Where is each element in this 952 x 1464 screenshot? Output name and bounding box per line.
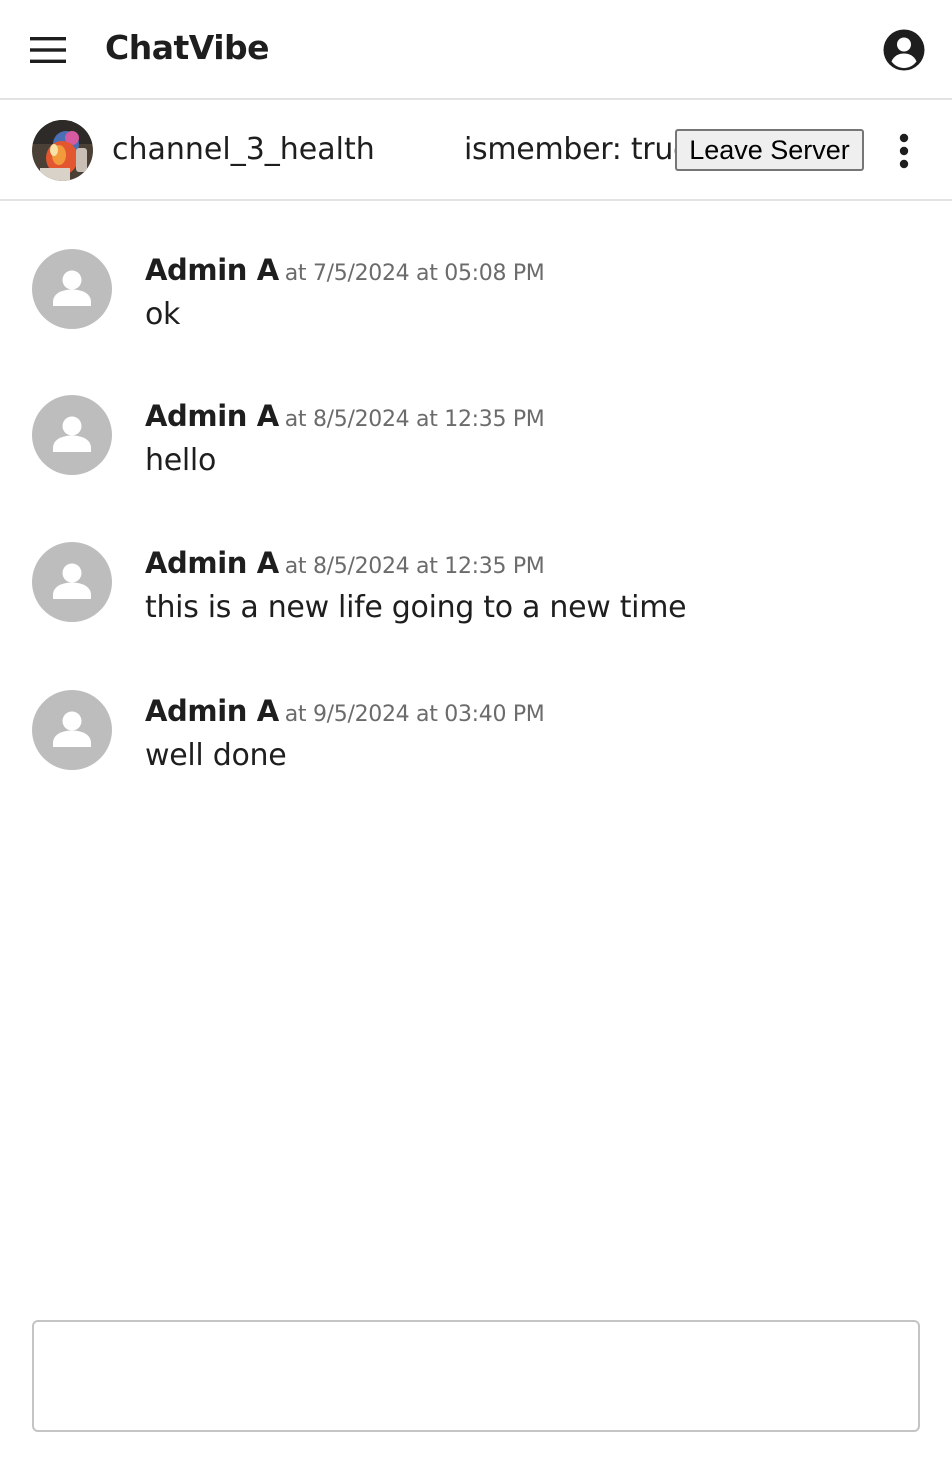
menu-button[interactable]: [20, 22, 76, 78]
message-item: Admin Aat 7/5/2024 at 05:08 PM ok: [0, 201, 952, 332]
person-icon: [53, 270, 91, 306]
person-icon: [53, 711, 91, 747]
person-icon: [53, 416, 91, 452]
channel-avatar: [32, 120, 93, 181]
message-header: Admin Aat 8/5/2024 at 12:35 PM: [145, 546, 545, 580]
person-icon: [53, 563, 91, 599]
message-item: Admin Aat 8/5/2024 at 12:35 PM hello: [0, 347, 952, 478]
account-button[interactable]: [880, 26, 928, 74]
message-author: Admin A: [145, 399, 279, 433]
app-bar: ChatVibe: [0, 0, 952, 100]
message-text: ok: [145, 297, 181, 332]
channel-header: channel_3_health ismember: true Leave Se…: [0, 100, 952, 201]
account-circle-icon: [883, 29, 925, 71]
member-status: ismember: true: [464, 132, 692, 167]
channel-name: channel_3_health: [112, 132, 375, 167]
message-input[interactable]: [32, 1320, 920, 1432]
message-timestamp: at 8/5/2024 at 12:35 PM: [284, 407, 545, 432]
hamburger-menu-icon: [30, 37, 66, 63]
message-text: this is a new life going to a new time: [145, 590, 687, 625]
message-item: Admin Aat 9/5/2024 at 03:40 PM well done: [0, 642, 952, 773]
user-avatar: [32, 690, 112, 770]
more-vertical-icon: [899, 133, 909, 169]
message-author: Admin A: [145, 546, 279, 580]
user-avatar: [32, 395, 112, 475]
message-header: Admin Aat 9/5/2024 at 03:40 PM: [145, 694, 545, 728]
message-header: Admin Aat 7/5/2024 at 05:08 PM: [145, 253, 545, 287]
message-header: Admin Aat 8/5/2024 at 12:35 PM: [145, 399, 545, 433]
message-timestamp: at 8/5/2024 at 12:35 PM: [284, 554, 545, 579]
message-item: Admin Aat 8/5/2024 at 12:35 PM this is a…: [0, 494, 952, 625]
more-options-button[interactable]: [884, 128, 924, 174]
message-author: Admin A: [145, 253, 279, 287]
message-author: Admin A: [145, 694, 279, 728]
app-title: ChatVibe: [105, 28, 270, 67]
message-timestamp: at 9/5/2024 at 03:40 PM: [284, 702, 545, 727]
user-avatar: [32, 249, 112, 329]
message-timestamp: at 7/5/2024 at 05:08 PM: [284, 261, 545, 286]
message-text: well done: [145, 738, 287, 773]
message-text: hello: [145, 443, 216, 478]
leave-server-button[interactable]: Leave Server: [675, 129, 864, 171]
user-avatar: [32, 542, 112, 622]
